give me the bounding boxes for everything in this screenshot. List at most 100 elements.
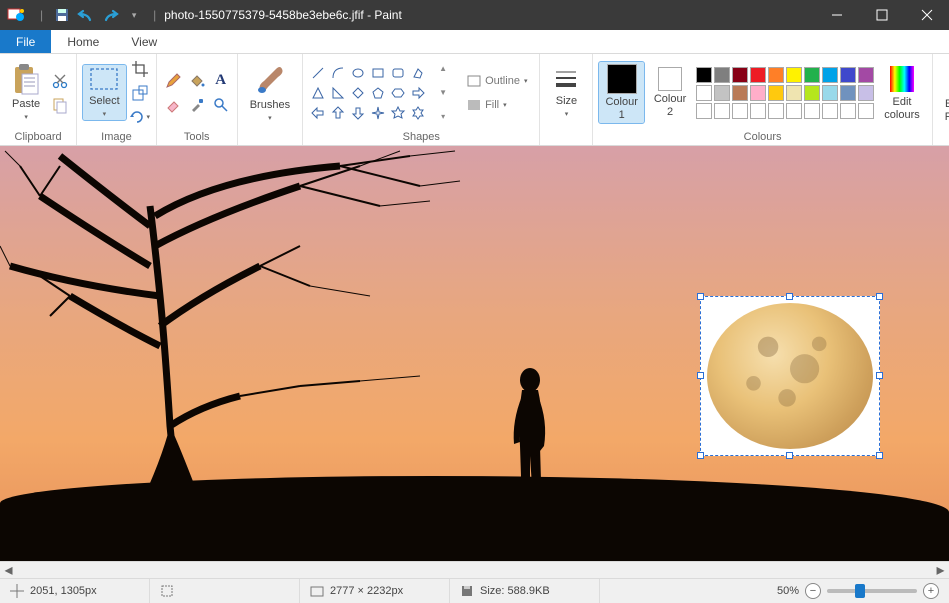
shape-hexagon[interactable]: [389, 84, 407, 102]
text-tool[interactable]: A: [211, 71, 231, 91]
redo-button[interactable]: [99, 4, 121, 26]
selection-handle-sw[interactable]: [697, 452, 704, 459]
palette-swatch-18[interactable]: [840, 85, 856, 101]
zoom-slider[interactable]: [827, 589, 917, 593]
fill-tool[interactable]: [187, 71, 207, 91]
scroll-right-button[interactable]: ▸: [932, 562, 949, 579]
palette-swatch-1[interactable]: [714, 67, 730, 83]
palette-swatch-16[interactable]: [804, 85, 820, 101]
selection-handle-w[interactable]: [697, 372, 704, 379]
shapes-gallery[interactable]: [309, 64, 427, 122]
selection-handle-nw[interactable]: [697, 293, 704, 300]
pencil-tool[interactable]: [163, 71, 183, 91]
palette-swatch-17[interactable]: [822, 85, 838, 101]
palette-swatch-20[interactable]: [696, 103, 712, 119]
palette-swatch-22[interactable]: [732, 103, 748, 119]
canvas[interactable]: [0, 146, 949, 561]
qat-customize-button[interactable]: ▾: [123, 4, 145, 26]
shape-diamond[interactable]: [349, 84, 367, 102]
shapes-expand[interactable]: ▾: [433, 107, 453, 127]
horizontal-scrollbar[interactable]: ◂ ▸: [0, 561, 949, 578]
shape-polygon[interactable]: [409, 64, 427, 82]
colour-2-button[interactable]: Colour 2: [648, 65, 692, 119]
cut-button[interactable]: [50, 71, 70, 91]
select-button[interactable]: Select ▾: [83, 65, 126, 119]
shape-outline-button[interactable]: Outline▾: [461, 71, 533, 91]
undo-button[interactable]: [75, 4, 97, 26]
brushes-button[interactable]: Brushes ▾: [244, 61, 296, 123]
colour-1-button[interactable]: Colour 1: [599, 62, 643, 122]
zoom-out-button[interactable]: −: [805, 583, 821, 599]
shape-arrow-down[interactable]: [349, 104, 367, 122]
shape-star6[interactable]: [409, 104, 427, 122]
selection-handle-se[interactable]: [876, 452, 883, 459]
tab-view[interactable]: View: [115, 30, 173, 53]
minimize-button[interactable]: [814, 0, 859, 30]
shape-fill-button[interactable]: Fill▾: [461, 95, 533, 115]
palette-swatch-9[interactable]: [858, 67, 874, 83]
shape-rounded-rect[interactable]: [389, 64, 407, 82]
zoom-in-button[interactable]: +: [923, 583, 939, 599]
rotate-button[interactable]: ▾: [130, 107, 150, 127]
crop-button[interactable]: [130, 59, 150, 79]
palette-swatch-15[interactable]: [786, 85, 802, 101]
eraser-tool[interactable]: [163, 95, 183, 115]
palette-swatch-14[interactable]: [768, 85, 784, 101]
shape-star5[interactable]: [389, 104, 407, 122]
selection-handle-e[interactable]: [876, 372, 883, 379]
palette-swatch-27[interactable]: [822, 103, 838, 119]
shape-curve[interactable]: [329, 64, 347, 82]
selection-handle-n[interactable]: [786, 293, 793, 300]
shape-line[interactable]: [309, 64, 327, 82]
edit-colours-button[interactable]: Edit colours: [878, 62, 925, 122]
palette-swatch-23[interactable]: [750, 103, 766, 119]
palette-swatch-12[interactable]: [732, 85, 748, 101]
palette-swatch-0[interactable]: [696, 67, 712, 83]
tab-home[interactable]: Home: [51, 30, 115, 53]
palette-swatch-7[interactable]: [822, 67, 838, 83]
palette-swatch-26[interactable]: [804, 103, 820, 119]
paste-button[interactable]: Paste ▾: [6, 62, 46, 122]
shape-arrow-left[interactable]: [309, 104, 327, 122]
palette-swatch-6[interactable]: [804, 67, 820, 83]
resize-button[interactable]: [130, 83, 150, 103]
palette-swatch-3[interactable]: [750, 67, 766, 83]
close-button[interactable]: [904, 0, 949, 30]
maximize-button[interactable]: [859, 0, 904, 30]
magnifier-tool[interactable]: [211, 95, 231, 115]
palette-swatch-21[interactable]: [714, 103, 730, 119]
shape-star4[interactable]: [369, 104, 387, 122]
canvas-area[interactable]: [0, 146, 949, 561]
shape-arrow-up[interactable]: [329, 104, 347, 122]
pasted-selection[interactable]: [700, 296, 880, 456]
palette-swatch-24[interactable]: [768, 103, 784, 119]
colour-picker-tool[interactable]: [187, 95, 207, 115]
palette-swatch-8[interactable]: [840, 67, 856, 83]
scroll-left-button[interactable]: ◂: [0, 562, 17, 579]
copy-button[interactable]: [50, 95, 70, 115]
palette-swatch-28[interactable]: [840, 103, 856, 119]
palette-swatch-5[interactable]: [786, 67, 802, 83]
palette-swatch-11[interactable]: [714, 85, 730, 101]
palette-swatch-10[interactable]: [696, 85, 712, 101]
tab-file[interactable]: File: [0, 30, 51, 53]
palette-swatch-29[interactable]: [858, 103, 874, 119]
shape-right-triangle[interactable]: [329, 84, 347, 102]
edit-paint3d-button[interactable]: Edit with Paint 3D: [939, 60, 949, 124]
save-button[interactable]: [51, 4, 73, 26]
shape-arrow-right[interactable]: [409, 84, 427, 102]
zoom-slider-thumb[interactable]: [855, 584, 865, 598]
palette-swatch-2[interactable]: [732, 67, 748, 83]
selection-handle-ne[interactable]: [876, 293, 883, 300]
shapes-scroll-up[interactable]: ▲: [433, 59, 453, 79]
selection-handle-s[interactable]: [786, 452, 793, 459]
shape-triangle[interactable]: [309, 84, 327, 102]
shape-oval[interactable]: [349, 64, 367, 82]
shape-pentagon[interactable]: [369, 84, 387, 102]
palette-swatch-13[interactable]: [750, 85, 766, 101]
size-button[interactable]: Size ▾: [546, 65, 586, 119]
palette-swatch-4[interactable]: [768, 67, 784, 83]
palette-swatch-25[interactable]: [786, 103, 802, 119]
shapes-scroll-down[interactable]: ▼: [433, 83, 453, 103]
shape-rectangle[interactable]: [369, 64, 387, 82]
